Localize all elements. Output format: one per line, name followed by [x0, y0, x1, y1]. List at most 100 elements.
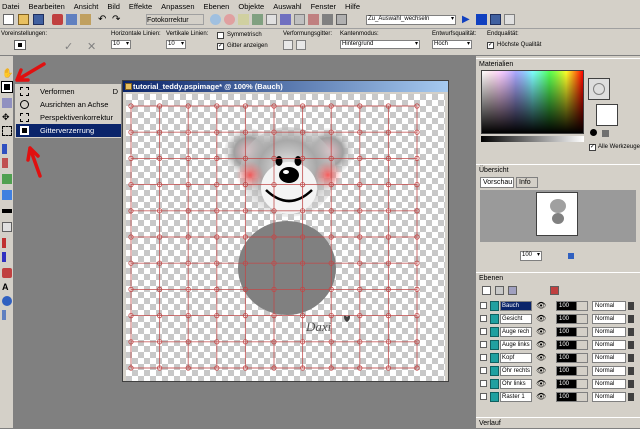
layer-blend-mode[interactable]: Normal — [592, 392, 626, 402]
menu-bearbeiten[interactable]: Bearbeiten — [29, 2, 65, 11]
layer-opacity[interactable]: 100 — [556, 327, 588, 337]
open-folder-icon[interactable] — [18, 14, 29, 25]
lock-icon[interactable] — [628, 393, 634, 401]
layer-name[interactable]: Ohr rechts — [500, 366, 532, 376]
menu-datei[interactable]: Datei — [2, 2, 20, 11]
stop-script-icon[interactable] — [476, 14, 487, 25]
photo-fix-icon[interactable] — [210, 14, 221, 25]
eraser-tool-icon[interactable] — [2, 209, 12, 213]
layer-name[interactable]: Ohr links — [500, 379, 532, 389]
layer-opacity[interactable]: 100 — [556, 379, 588, 389]
delete-layer-icon[interactable] — [550, 286, 559, 295]
draft-quality-select[interactable]: Hoch — [432, 40, 472, 49]
layer-name[interactable]: Auge links — [500, 340, 532, 350]
layer-row[interactable]: Kopf 👁 100 Normal — [480, 352, 634, 364]
mask-icon[interactable] — [508, 286, 517, 295]
layer-name[interactable]: Raster 1 — [500, 392, 532, 402]
final-quality-checkbox[interactable]: ✓ — [487, 42, 494, 49]
save-icon[interactable] — [33, 14, 44, 25]
expand-icon[interactable] — [480, 393, 487, 400]
menu-ansicht[interactable]: Ansicht — [74, 2, 99, 11]
symmetric-checkbox[interactable] — [217, 32, 224, 39]
undo-icon[interactable]: ↶ — [98, 14, 109, 25]
v-lines-input[interactable]: 10 — [166, 40, 186, 49]
menu-anpassen[interactable]: Anpassen — [161, 2, 194, 11]
lock-icon[interactable] — [628, 380, 634, 388]
menu-bild[interactable]: Bild — [107, 2, 120, 11]
show-grid-checkbox[interactable]: ✓ — [217, 43, 224, 50]
layer-row[interactable]: Ohr links 👁 100 Normal — [480, 378, 634, 390]
layers-icon[interactable] — [252, 14, 263, 25]
grayscale-strip[interactable] — [481, 136, 584, 142]
red-eye-icon[interactable] — [224, 14, 235, 25]
new-group-icon[interactable] — [495, 286, 504, 295]
visibility-icon[interactable]: 👁 — [536, 314, 550, 324]
tab-preview[interactable]: Vorschau — [480, 177, 514, 188]
menu-objekte[interactable]: Objekte — [238, 2, 264, 11]
menu-hilfe[interactable]: Hilfe — [345, 2, 360, 11]
expand-icon[interactable] — [480, 380, 487, 387]
redo-icon[interactable]: ↷ — [112, 14, 123, 25]
visibility-icon[interactable]: 👁 — [536, 340, 550, 350]
menu-ebenen[interactable]: Ebenen — [204, 2, 230, 11]
vector-pen-icon[interactable] — [2, 310, 6, 320]
deform-load-icon[interactable] — [296, 40, 306, 50]
expand-icon[interactable] — [480, 341, 487, 348]
lock-icon[interactable] — [628, 367, 634, 375]
layer-name[interactable]: Kopf — [500, 353, 532, 363]
script-save-icon[interactable] — [504, 14, 515, 25]
menu-auswahl[interactable]: Auswahl — [273, 2, 301, 11]
zoom-input[interactable]: 100 — [520, 251, 542, 261]
visibility-icon[interactable]: 👁 — [536, 392, 550, 402]
layer-row[interactable]: Bauch 👁 100 Normal — [480, 300, 634, 312]
layer-blend-mode[interactable]: Normal — [592, 379, 626, 389]
new-layer-icon[interactable] — [482, 286, 491, 295]
foreground-swatch[interactable] — [588, 78, 610, 100]
run-script-icon[interactable]: ▶ — [462, 14, 473, 25]
background-eraser-icon[interactable] — [2, 222, 12, 232]
shape-tool-icon[interactable] — [2, 296, 12, 306]
script-combo[interactable]: Zu_Auswahl_wechseln — [366, 15, 456, 25]
layer-blend-mode[interactable]: Normal — [592, 327, 626, 337]
palette-icon[interactable] — [280, 14, 291, 25]
layer-opacity[interactable]: 100 — [556, 392, 588, 402]
mixer-icon[interactable] — [308, 14, 319, 25]
adjust-icon[interactable] — [238, 14, 249, 25]
edge-mode-select[interactable]: Hintergrund — [340, 40, 420, 49]
layer-row[interactable]: Auge links 👁 100 Normal — [480, 339, 634, 351]
apply-icon[interactable]: ✓ — [64, 40, 73, 53]
zoom-reset-icon[interactable] — [568, 253, 574, 259]
layer-row[interactable]: Gesicht 👁 100 Normal — [480, 313, 634, 325]
lock-icon[interactable] — [628, 341, 634, 349]
layer-blend-mode[interactable]: Normal — [592, 340, 626, 350]
layer-blend-mode[interactable]: Normal — [592, 301, 626, 311]
swap-icon[interactable] — [590, 129, 597, 136]
script-icon[interactable] — [336, 14, 347, 25]
visibility-icon[interactable]: 👁 — [536, 366, 550, 376]
new-file-icon[interactable] — [3, 14, 14, 25]
fotokorrektur-dropdown[interactable]: Fotokorrektur — [146, 14, 204, 25]
visibility-icon[interactable]: 👁 — [536, 379, 550, 389]
cancel-icon[interactable]: ✕ — [87, 40, 96, 53]
lock-icon[interactable] — [628, 302, 634, 310]
expand-icon[interactable] — [480, 302, 487, 309]
menu-fenster[interactable]: Fenster — [311, 2, 336, 11]
layer-opacity[interactable]: 100 — [556, 314, 588, 324]
layer-row[interactable]: Auge rech 👁 100 Normal — [480, 326, 634, 338]
expand-icon[interactable] — [480, 315, 487, 322]
layer-opacity[interactable]: 100 — [556, 301, 588, 311]
layer-blend-mode[interactable]: Normal — [592, 314, 626, 324]
visibility-icon[interactable]: 👁 — [536, 301, 550, 311]
layer-blend-mode[interactable]: Normal — [592, 366, 626, 376]
tab-info[interactable]: Info — [516, 177, 538, 188]
lock-icon[interactable] — [628, 354, 634, 362]
visibility-icon[interactable]: 👁 — [536, 327, 550, 337]
expand-icon[interactable] — [480, 328, 487, 335]
layer-blend-mode[interactable]: Normal — [592, 353, 626, 363]
grid-icon[interactable] — [266, 14, 277, 25]
bucket-tool-icon[interactable] — [2, 268, 12, 278]
layer-row[interactable]: Ohr rechts 👁 100 Normal — [480, 365, 634, 377]
lock-icon[interactable] — [628, 328, 634, 336]
preset-button[interactable] — [14, 40, 26, 50]
layer-name[interactable]: Bauch — [500, 301, 532, 311]
